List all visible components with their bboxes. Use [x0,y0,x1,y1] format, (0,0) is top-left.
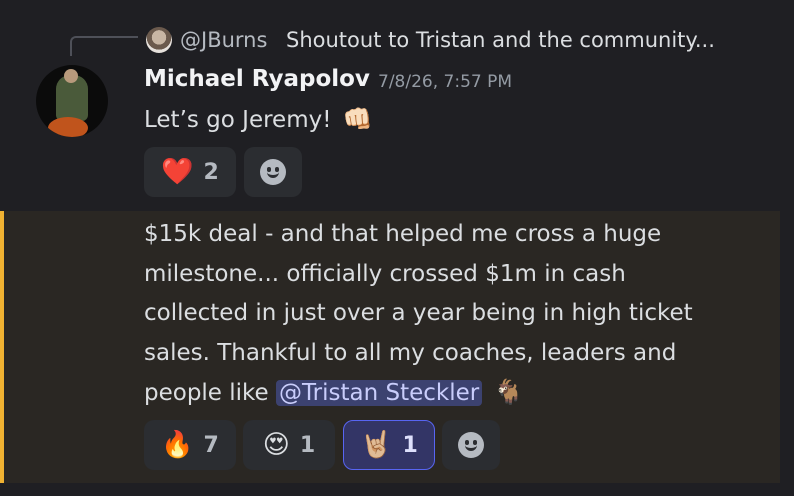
reaction-count: 1 [299,432,316,458]
author-username[interactable]: Michael Ryapolov [144,66,370,92]
reply-connector-line [70,36,138,56]
message-content: Let’s go Jeremy! 👊🏻 [144,105,373,133]
message-line: $15k deal - and that helped me cross a h… [144,221,662,247]
heart-emoji: ❤️ [161,157,194,187]
message-line-last: people like @Tristan Steckler 🐐 [144,373,744,414]
avatar-figure-head [64,69,78,83]
goat-emoji: 🐐 [493,378,524,406]
rock-on-hand-emoji: 🤘🏼 [360,430,393,460]
add-reaction-button[interactable] [442,420,500,470]
message-text-prefix: people like [144,380,277,406]
reply-preview-text[interactable]: Shoutout to Tristan and the community... [286,27,715,53]
message-line: milestone... officially crossed $1m in c… [144,260,626,287]
reply-username[interactable]: @JBurns [180,27,267,53]
reaction-heart[interactable]: ❤️ 2 [144,147,236,197]
smiley-add-reaction-icon [458,432,484,458]
heart-eyes-emoji: 😍 [262,430,290,460]
reaction-count: 2 [203,159,219,185]
message-text: Let’s go Jeremy! [144,107,332,133]
reaction-count: 1 [402,432,418,458]
fire-emoji: 🔥 [161,430,194,460]
user-mention[interactable]: @Tristan Steckler [276,380,483,406]
author-avatar[interactable] [36,65,108,137]
chat-view: @JBurns Shoutout to Tristan and the comm… [0,0,794,496]
smiley-add-reaction-icon [260,159,286,185]
message-line: sales. Thankful to all my coaches, leade… [144,339,677,366]
reaction-rock-on[interactable]: 🤘🏼 1 [343,420,435,470]
reaction-count: 7 [203,432,219,458]
message-line: collected in just over a year being in h… [144,300,693,326]
message-timestamp[interactable]: 7/8/26, 7:57 PM [378,72,512,92]
reaction-heart-eyes[interactable]: 😍 1 [243,420,335,470]
add-reaction-button[interactable] [244,147,302,197]
reply-avatar[interactable] [146,27,172,53]
highlighted-message-content: $15k deal - and that helped me cross a h… [144,215,744,414]
reaction-fire[interactable]: 🔥 7 [144,420,236,470]
fist-bump-emoji: 👊🏻 [342,105,373,133]
avatar-pumpkin [48,117,88,137]
